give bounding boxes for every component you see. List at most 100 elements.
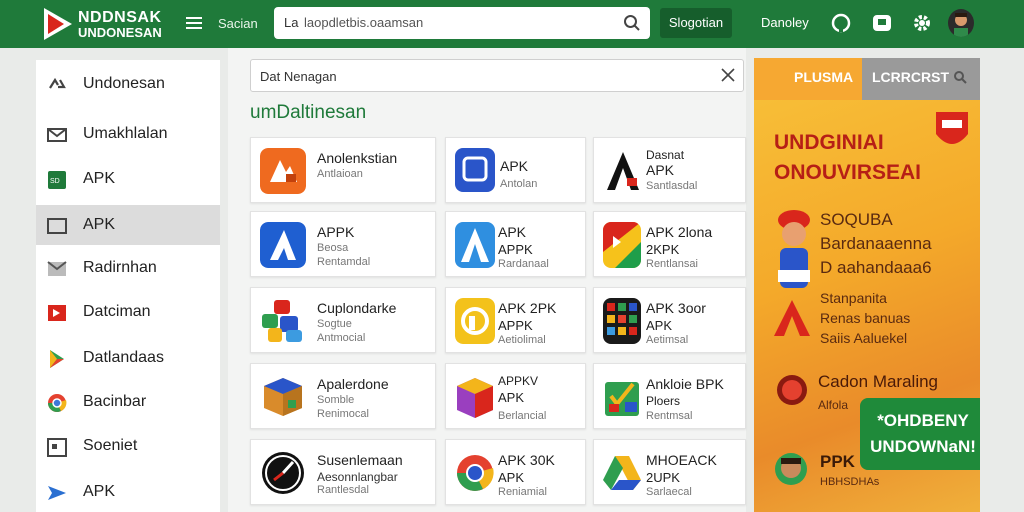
app-subtitle: Aetimsal [646,334,689,346]
search-bar[interactable]: La laopdletbis.oaamsan [274,7,650,39]
blue-a-app-icon [455,222,495,268]
app-name: APK 2PK [498,300,557,316]
sd-card-icon: SD [48,171,66,189]
account-icon[interactable] [830,12,852,34]
sidebar-item-label: Datciman [83,303,151,320]
letter-a-app-icon [607,152,639,190]
app-card[interactable]: Apalerdone Somble Renimocal [250,363,436,429]
sidebar-item-apk[interactable]: SD APK [36,159,220,199]
ad-body-line: Renas banuas [820,310,911,326]
settings-gear-icon[interactable] [911,12,933,34]
chrome-app-icon [457,455,494,491]
app-name: APK 3oor [646,300,706,316]
sidebar-item-radirnhan[interactable]: Radirnhan [36,248,220,288]
mascot-figure-icon [778,210,810,288]
sidebar-item-label: Umakhlalan [83,125,168,142]
sidebar-item-apk-active[interactable]: APK [36,205,220,245]
ad-body-line: Stanpanita [820,290,887,306]
puzzle-app-icon [262,300,302,342]
app-subtitle: APK [646,318,673,333]
section-title: umDaltinesan [250,102,367,123]
user-name-link[interactable]: Danoley [761,15,809,30]
app-subtitle: Rantlesdal [317,484,369,496]
app-card[interactable]: Dasnat APK Santlasdal [593,137,746,203]
app-name: Ankloie BPK [646,376,724,392]
filter-input[interactable]: Dat Nenagan [260,69,337,84]
recycle-icon [49,77,66,89]
ad-banner[interactable]: PLUSMA LCRRCRST UNDGINIAI ONOUVIRSEAI SO… [754,58,980,512]
ad-body-line: Saiis Aaluekel [820,330,908,346]
app-name: MHOEACK [646,452,717,468]
envelope-icon [47,261,67,276]
app-card[interactable]: APK 30K APK Reniamial [445,439,586,505]
app-subtitle: Antmocial [317,332,366,344]
cube-app-icon [264,378,302,416]
ad-headline: UNDGINIAI ONOUVIRSEAI [774,131,922,184]
app-subtitle: APPK [498,318,533,333]
triangle-logo-icon [774,300,810,336]
ad-cta-text: *OHDBENY UNDOWNaN! [870,411,976,456]
ad-tab-plusma[interactable]: PLUSMA [754,58,862,100]
app-subtitle: Berlancial [498,410,547,422]
search-button[interactable]: Slogotian [660,8,732,38]
app-card[interactable]: APK 2PK APPK Aetiolimal [445,287,586,353]
app-card[interactable]: Cuplondarke Sogtue Antmocial [250,287,436,353]
sidebar-item-soeniet[interactable]: Soeniet [36,426,220,466]
calculator-app-icon [603,298,641,344]
sidebar-item-datciman[interactable]: Datciman [36,292,220,332]
app-card[interactable]: APPKV APK Berlancial [445,363,586,429]
sidebar-item-undonesan[interactable]: Undonesan [36,64,220,104]
sidebar-item-apk-send[interactable]: APK [36,472,220,512]
app-subtitle: Ploers [646,394,681,408]
search-icon[interactable] [623,14,641,32]
site-logo[interactable]: NDDNSAK UNDONESAN [42,4,172,44]
app-card[interactable]: APK 2lona 2KPK Rentlansai [593,211,746,277]
box-app-icon [457,378,493,418]
filter-bar[interactable]: Dat Nenagan [250,59,744,92]
app-subtitle: APK [498,390,525,405]
record-button-icon [777,375,807,405]
section-link[interactable]: Sacian [218,16,258,31]
sidebar-item-umakhlalan[interactable]: Umakhlalan [36,114,220,154]
app-card[interactable]: MHOEACK 2UPK Sarlaecal [593,439,746,505]
ad-cta-box[interactable]: *OHDBENY UNDOWNaN! [860,398,980,470]
mail-icon [47,128,67,142]
app-card[interactable]: APK Antolan [445,137,586,203]
user-avatar[interactable] [948,9,974,37]
ad-secondary-text: Stanpanita Renas banuas Saiis Aaluekel [820,288,910,348]
close-icon[interactable] [721,68,735,82]
app-subtitle: Rentmsal [646,410,693,422]
sidebar-item-bacinbar[interactable]: Bacinbar [36,382,220,422]
media-icon[interactable] [871,12,893,34]
window-icon [47,218,67,234]
app-subtitle: Somble [317,394,355,406]
sidebar-item-datlandaas[interactable]: Datlandaas [36,338,220,378]
blue-triangle-app-icon [260,222,306,268]
app-subtitle: Reniamial [498,486,547,498]
sidebar-item-label: Datlandaas [83,349,164,366]
app-subtitle: Rardanaal [498,258,549,270]
person-face-icon [775,453,807,485]
play-store-icon [50,350,64,368]
logo-mark-icon [44,8,72,40]
app-name: Apalerdone [317,376,389,392]
search-icon[interactable] [953,70,967,84]
send-icon [48,486,66,500]
app-subtitle: 2UPK [646,470,680,485]
app-card[interactable]: APPK Beosa Rentamdal [250,211,436,277]
app-subtitle: Antolan [500,178,538,190]
app-card[interactable]: Susenlemaan Aesonnlangbar Rantlesdal [250,439,436,505]
app-name: APPKV [498,374,539,388]
app-card[interactable]: APK APPK Rardanaal [445,211,586,277]
hamburger-menu-icon[interactable] [186,14,202,30]
app-subtitle: Rentlansai [646,258,698,270]
app-subtitle: Beosa [317,242,349,254]
app-card[interactable]: Ankloie BPK Ploers Rentmsal [593,363,746,429]
sidebar-item-label: APK [83,483,116,500]
app-card[interactable]: APK 3oor APK Aetimsal [593,287,746,353]
search-input[interactable]: laopdletbis.oaamsan [304,15,423,30]
app-subtitle: Santlasdal [646,180,698,192]
main-content: Dat Nenagan umDaltinesan Anolenkstian An… [228,48,746,512]
app-card[interactable]: Anolenkstian Antlaioan [250,137,436,203]
ad-body-line: Bardanaaenna [820,234,932,253]
